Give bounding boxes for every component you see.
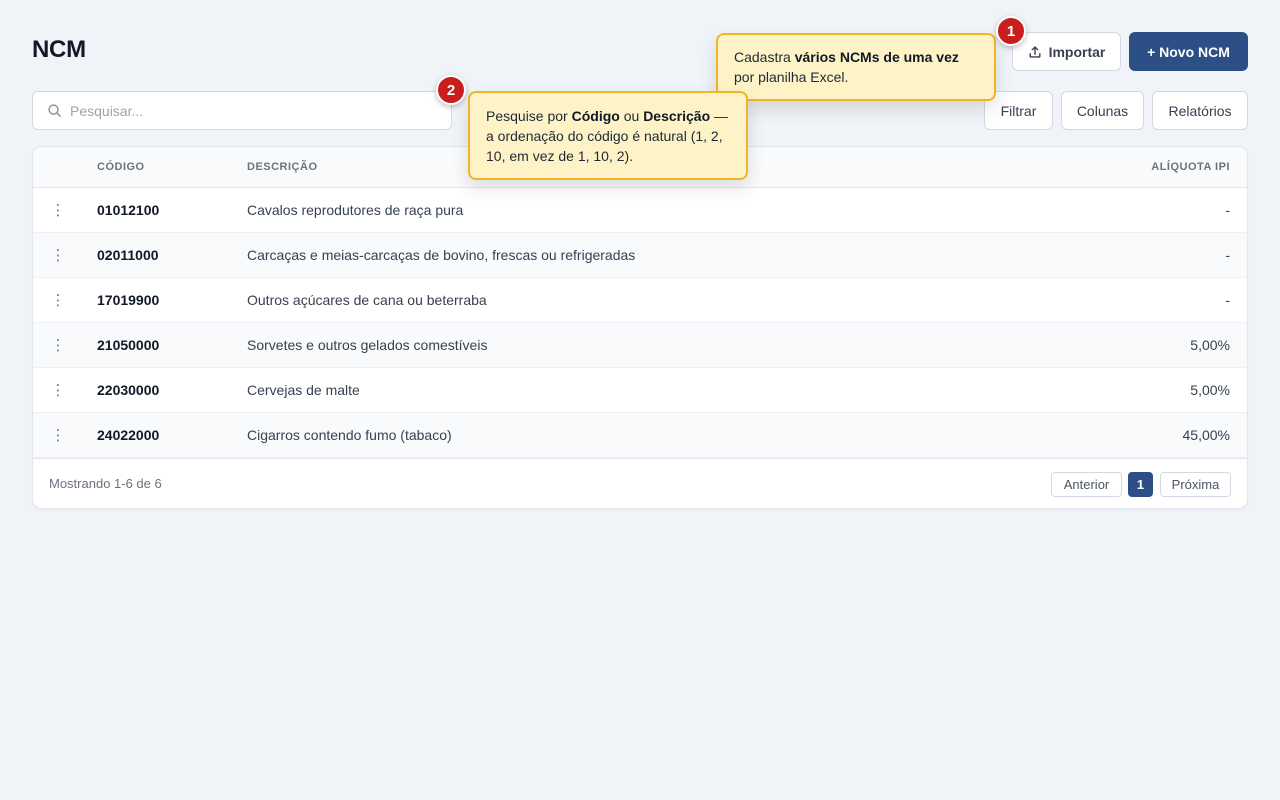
table-row[interactable]: ⋮ 24022000 Cigarros contendo fumo (tabac… <box>33 413 1247 458</box>
row-code: 17019900 <box>97 292 160 308</box>
new-ncm-button[interactable]: + Novo NCM <box>1129 32 1248 71</box>
row-ipi: 45,00% <box>1182 427 1230 443</box>
import-tooltip: Cadastra vários NCMs de uma vez por plan… <box>716 33 996 101</box>
column-header-ipi[interactable]: ALÍQUOTA IPI <box>1151 161 1230 173</box>
previous-page-button[interactable]: Anterior <box>1051 472 1122 497</box>
row-ipi: 5,00% <box>1190 382 1230 398</box>
column-header-description[interactable]: DESCRIÇÃO <box>247 161 318 173</box>
table-row[interactable]: ⋮ 21050000 Sorvetes e outros gelados com… <box>33 323 1247 368</box>
row-description: Sorvetes e outros gelados comestíveis <box>247 337 488 353</box>
pagination-summary: Mostrando 1-6 de 6 <box>49 476 162 491</box>
search-icon <box>48 104 61 117</box>
row-description: Outros açúcares de cana ou beterraba <box>247 292 487 308</box>
row-menu-icon[interactable]: ⋮ <box>50 335 66 355</box>
upload-icon <box>1029 45 1041 58</box>
row-code: 02011000 <box>97 247 159 263</box>
page: NCM Importar + Novo NCM Filtrar Colunas … <box>0 0 1280 800</box>
row-description: Cavalos reprodutores de raça pura <box>247 202 464 218</box>
import-button-label: Importar <box>1048 43 1106 60</box>
import-button[interactable]: Importar <box>1012 32 1121 71</box>
row-menu-icon[interactable]: ⋮ <box>50 245 66 265</box>
tooltip-text: ou <box>619 108 644 124</box>
row-code: 22030000 <box>97 382 160 398</box>
table-row[interactable]: ⋮ 22030000 Cervejas de malte 5,00% <box>33 368 1247 413</box>
step-badge-2: 2 <box>436 75 466 105</box>
row-code: 24022000 <box>97 427 160 443</box>
tooltip-text-bold: Descrição <box>643 108 711 124</box>
next-page-button[interactable]: Próxima <box>1160 472 1231 497</box>
ncm-table: CÓDIGO DESCRIÇÃO ALÍQUOTA IPI ⋮ 01012100… <box>32 146 1248 509</box>
row-ipi: - <box>1225 202 1230 218</box>
row-ipi: - <box>1225 247 1230 263</box>
tooltip-text-bold: Código <box>571 108 620 124</box>
step-badge-1: 1 <box>996 16 1026 46</box>
tooltip-text: por planilha Excel. <box>734 69 849 85</box>
row-code: 21050000 <box>97 337 160 353</box>
tooltip-text: Pesquise por <box>486 108 572 124</box>
table-row[interactable]: ⋮ 02011000 Carcaças e meias-carcaças de … <box>33 233 1247 278</box>
page-number-button[interactable]: 1 <box>1128 472 1153 497</box>
tooltip-text-bold: vários NCMs de uma vez <box>794 49 959 65</box>
row-menu-icon[interactable]: ⋮ <box>50 380 66 400</box>
table-row[interactable]: ⋮ 17019900 Outros açúcares de cana ou be… <box>33 278 1247 323</box>
row-description: Cervejas de malte <box>247 382 360 398</box>
search-box[interactable] <box>32 91 452 130</box>
row-ipi: 5,00% <box>1190 337 1230 353</box>
columns-button[interactable]: Colunas <box>1061 91 1144 130</box>
row-description: Cigarros contendo fumo (tabaco) <box>247 427 452 443</box>
search-input[interactable] <box>70 102 430 119</box>
row-menu-icon[interactable]: ⋮ <box>50 200 66 220</box>
row-code: 01012100 <box>97 202 160 218</box>
row-ipi: - <box>1225 292 1230 308</box>
page-title: NCM <box>32 36 86 63</box>
search-tooltip: Pesquise por Código ou Descrição — a ord… <box>468 91 748 180</box>
reports-button[interactable]: Relatórios <box>1152 91 1248 130</box>
column-header-code[interactable]: CÓDIGO <box>97 161 145 173</box>
row-menu-icon[interactable]: ⋮ <box>50 290 66 310</box>
row-description: Carcaças e meias-carcaças de bovino, fre… <box>247 247 636 263</box>
row-menu-icon[interactable]: ⋮ <box>50 425 66 445</box>
table-footer: Mostrando 1-6 de 6 Anterior 1 Próxima <box>33 458 1247 508</box>
tooltip-text: Cadastra <box>734 49 795 65</box>
table-row[interactable]: ⋮ 01012100 Cavalos reprodutores de raça … <box>33 188 1247 233</box>
